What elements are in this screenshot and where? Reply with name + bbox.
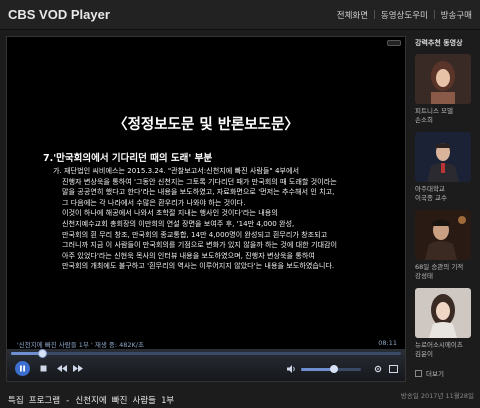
slide-line: 가. 재단법인 씨비에스는 2015.3.24. "관찰보고서:신천지에 빠진 … bbox=[53, 166, 300, 175]
slide-line: 신천지예수교회 총회장의 이만희의 연설 장면을 보여주 후, '14만 4,0… bbox=[62, 218, 295, 228]
recommend-label-line: 김윤이 bbox=[415, 350, 433, 358]
recommend-label-line: 뉴로어소시에이츠 bbox=[415, 341, 463, 349]
slide-line: 그 다음에는 각 나라에서 수많은 환우리가 나와야 하는 것이다. bbox=[62, 197, 246, 207]
app-title: CBS VOD Player bbox=[8, 7, 110, 22]
recommend-sidebar: 강력추천 동영상 피트니스 모델 손소희 아주대학교 이국종 교수 68일 승관… bbox=[412, 36, 480, 386]
slide-line: 말을 공공연히 했다고 한다'라는 내용을 보도하였고, 자료화면으로 '먼저는… bbox=[62, 187, 335, 197]
video-thumbnail[interactable] bbox=[415, 288, 471, 338]
time-display: 08:11 bbox=[378, 339, 397, 347]
video-player: 〈정정보도문 및 반론보도문〉 7.'만국회의에서 기다리던 때의 도래' 부분… bbox=[6, 36, 406, 382]
slide-line: 그러니까 지금 이 사람들이 만국회의를 기점으로 변화가 있지 않을까 하는 … bbox=[62, 240, 338, 250]
top-nav: 전체화면 | 동영상도우미 | 방송구매 bbox=[337, 9, 472, 21]
slide-line: 아주 있었다'라는 신현욱 목사의 인터뷰 내용을 보도하였으며, 진행자 변상… bbox=[62, 250, 315, 260]
video-thumbnail[interactable] bbox=[415, 132, 471, 182]
recommend-label-line: 이국종 교수 bbox=[415, 194, 447, 202]
more-label: 더보기 bbox=[426, 370, 444, 378]
slide-body: 가. 재단법인 씨비에스는 2015.3.24. "관찰보고서:신천지에 빠진 … bbox=[53, 166, 398, 272]
seek-bar[interactable] bbox=[11, 349, 401, 358]
slide-line: 만국회의 개최에도 불구하고 '흰무리의 역사는 이루어지지 않았다'는 내용을… bbox=[62, 261, 335, 271]
nav-divider: | bbox=[373, 10, 376, 20]
top-bar: CBS VOD Player 전체화면 | 동영상도우미 | 방송구매 bbox=[0, 0, 480, 30]
fast-forward-icon[interactable] bbox=[71, 362, 84, 375]
nav-divider: | bbox=[432, 10, 436, 20]
recommend-label: 68일 승관의 기적 강성태 bbox=[415, 263, 477, 281]
stop-icon[interactable] bbox=[37, 362, 50, 375]
recommend-item[interactable]: 아주대학교 이국종 교수 bbox=[415, 132, 477, 203]
player-controls bbox=[7, 349, 405, 381]
video-thumbnail[interactable] bbox=[415, 54, 471, 104]
recommend-label-line: 피트니스 모델 bbox=[415, 107, 453, 115]
recommend-label: 아주대학교 이국종 교수 bbox=[415, 185, 477, 203]
fullscreen-link[interactable]: 전체화면 bbox=[337, 9, 368, 21]
recommend-label-line: 강성태 bbox=[415, 272, 433, 280]
pause-icon[interactable] bbox=[15, 361, 30, 376]
video-screen[interactable]: 〈정정보도문 및 반론보도문〉 7.'만국회의에서 기다리던 때의 도래' 부분… bbox=[7, 37, 405, 335]
slide-section: 7.'만국회의에서 기다리던 때의 도래' 부분 bbox=[43, 153, 213, 164]
recommend-label-line: 아주대학교 bbox=[415, 185, 445, 193]
program-title: 특집 프로그램 - 신천지에 빠진 사람들 1부 bbox=[8, 396, 175, 406]
seek-handle[interactable] bbox=[38, 349, 48, 358]
sidebar-header: 강력추천 동영상 bbox=[415, 39, 463, 47]
rewind-icon[interactable] bbox=[55, 362, 68, 375]
fullscreen-icon[interactable] bbox=[387, 362, 400, 375]
slide-line: 진행자 변상욱을 통하여 '그동안 신천지는 그토록 기다리던 때가 만국회의 … bbox=[62, 176, 337, 186]
mini-toggle-icon[interactable] bbox=[387, 40, 401, 46]
volume-handle[interactable] bbox=[330, 365, 338, 373]
recommend-item[interactable]: 피트니스 모델 손소희 bbox=[415, 54, 477, 125]
recommend-label: 피트니스 모델 손소희 bbox=[415, 107, 477, 125]
broadcast-date: 방송일 2017년 11월28일 bbox=[400, 392, 474, 400]
checkbox-icon bbox=[415, 369, 422, 377]
video-thumbnail[interactable] bbox=[415, 210, 471, 260]
video-help-link[interactable]: 동영상도우미 bbox=[381, 9, 428, 21]
volume-icon[interactable] bbox=[285, 362, 298, 375]
status-bar: '신천지에 빠진 사람들 1부 ' 재생 중: 482K/초 08:11 bbox=[7, 337, 405, 349]
slide-line: 이것이 하나에 해공에서 나와서 초학절 지내는 행사인 것이다'라는 내용의 bbox=[62, 208, 278, 218]
settings-icon[interactable] bbox=[371, 362, 384, 375]
slide-title: 〈정정보도문 및 반론보도문〉 bbox=[113, 117, 299, 133]
recommend-label-line: 68일 승관의 기적 bbox=[415, 263, 464, 271]
playing-status: '신천지에 빠진 사람들 1부 ' 재생 중: 482K/초 bbox=[17, 341, 144, 349]
recommend-label-line: 손소희 bbox=[415, 116, 433, 124]
volume-slider[interactable] bbox=[301, 365, 361, 373]
recommend-item[interactable]: 68일 승관의 기적 강성태 bbox=[415, 210, 477, 281]
more-button[interactable]: 더보기 bbox=[415, 368, 444, 378]
recommend-item[interactable]: 뉴로어소시에이츠 김윤이 bbox=[415, 288, 477, 359]
recommend-label: 뉴로어소시에이츠 김윤이 bbox=[415, 341, 477, 359]
purchase-link[interactable]: 방송구매 bbox=[441, 9, 472, 21]
slide-line: 만국회의 흰 무리 창조, 만국회의 종교통합, 14만 4,000명이 완성되… bbox=[62, 229, 328, 239]
